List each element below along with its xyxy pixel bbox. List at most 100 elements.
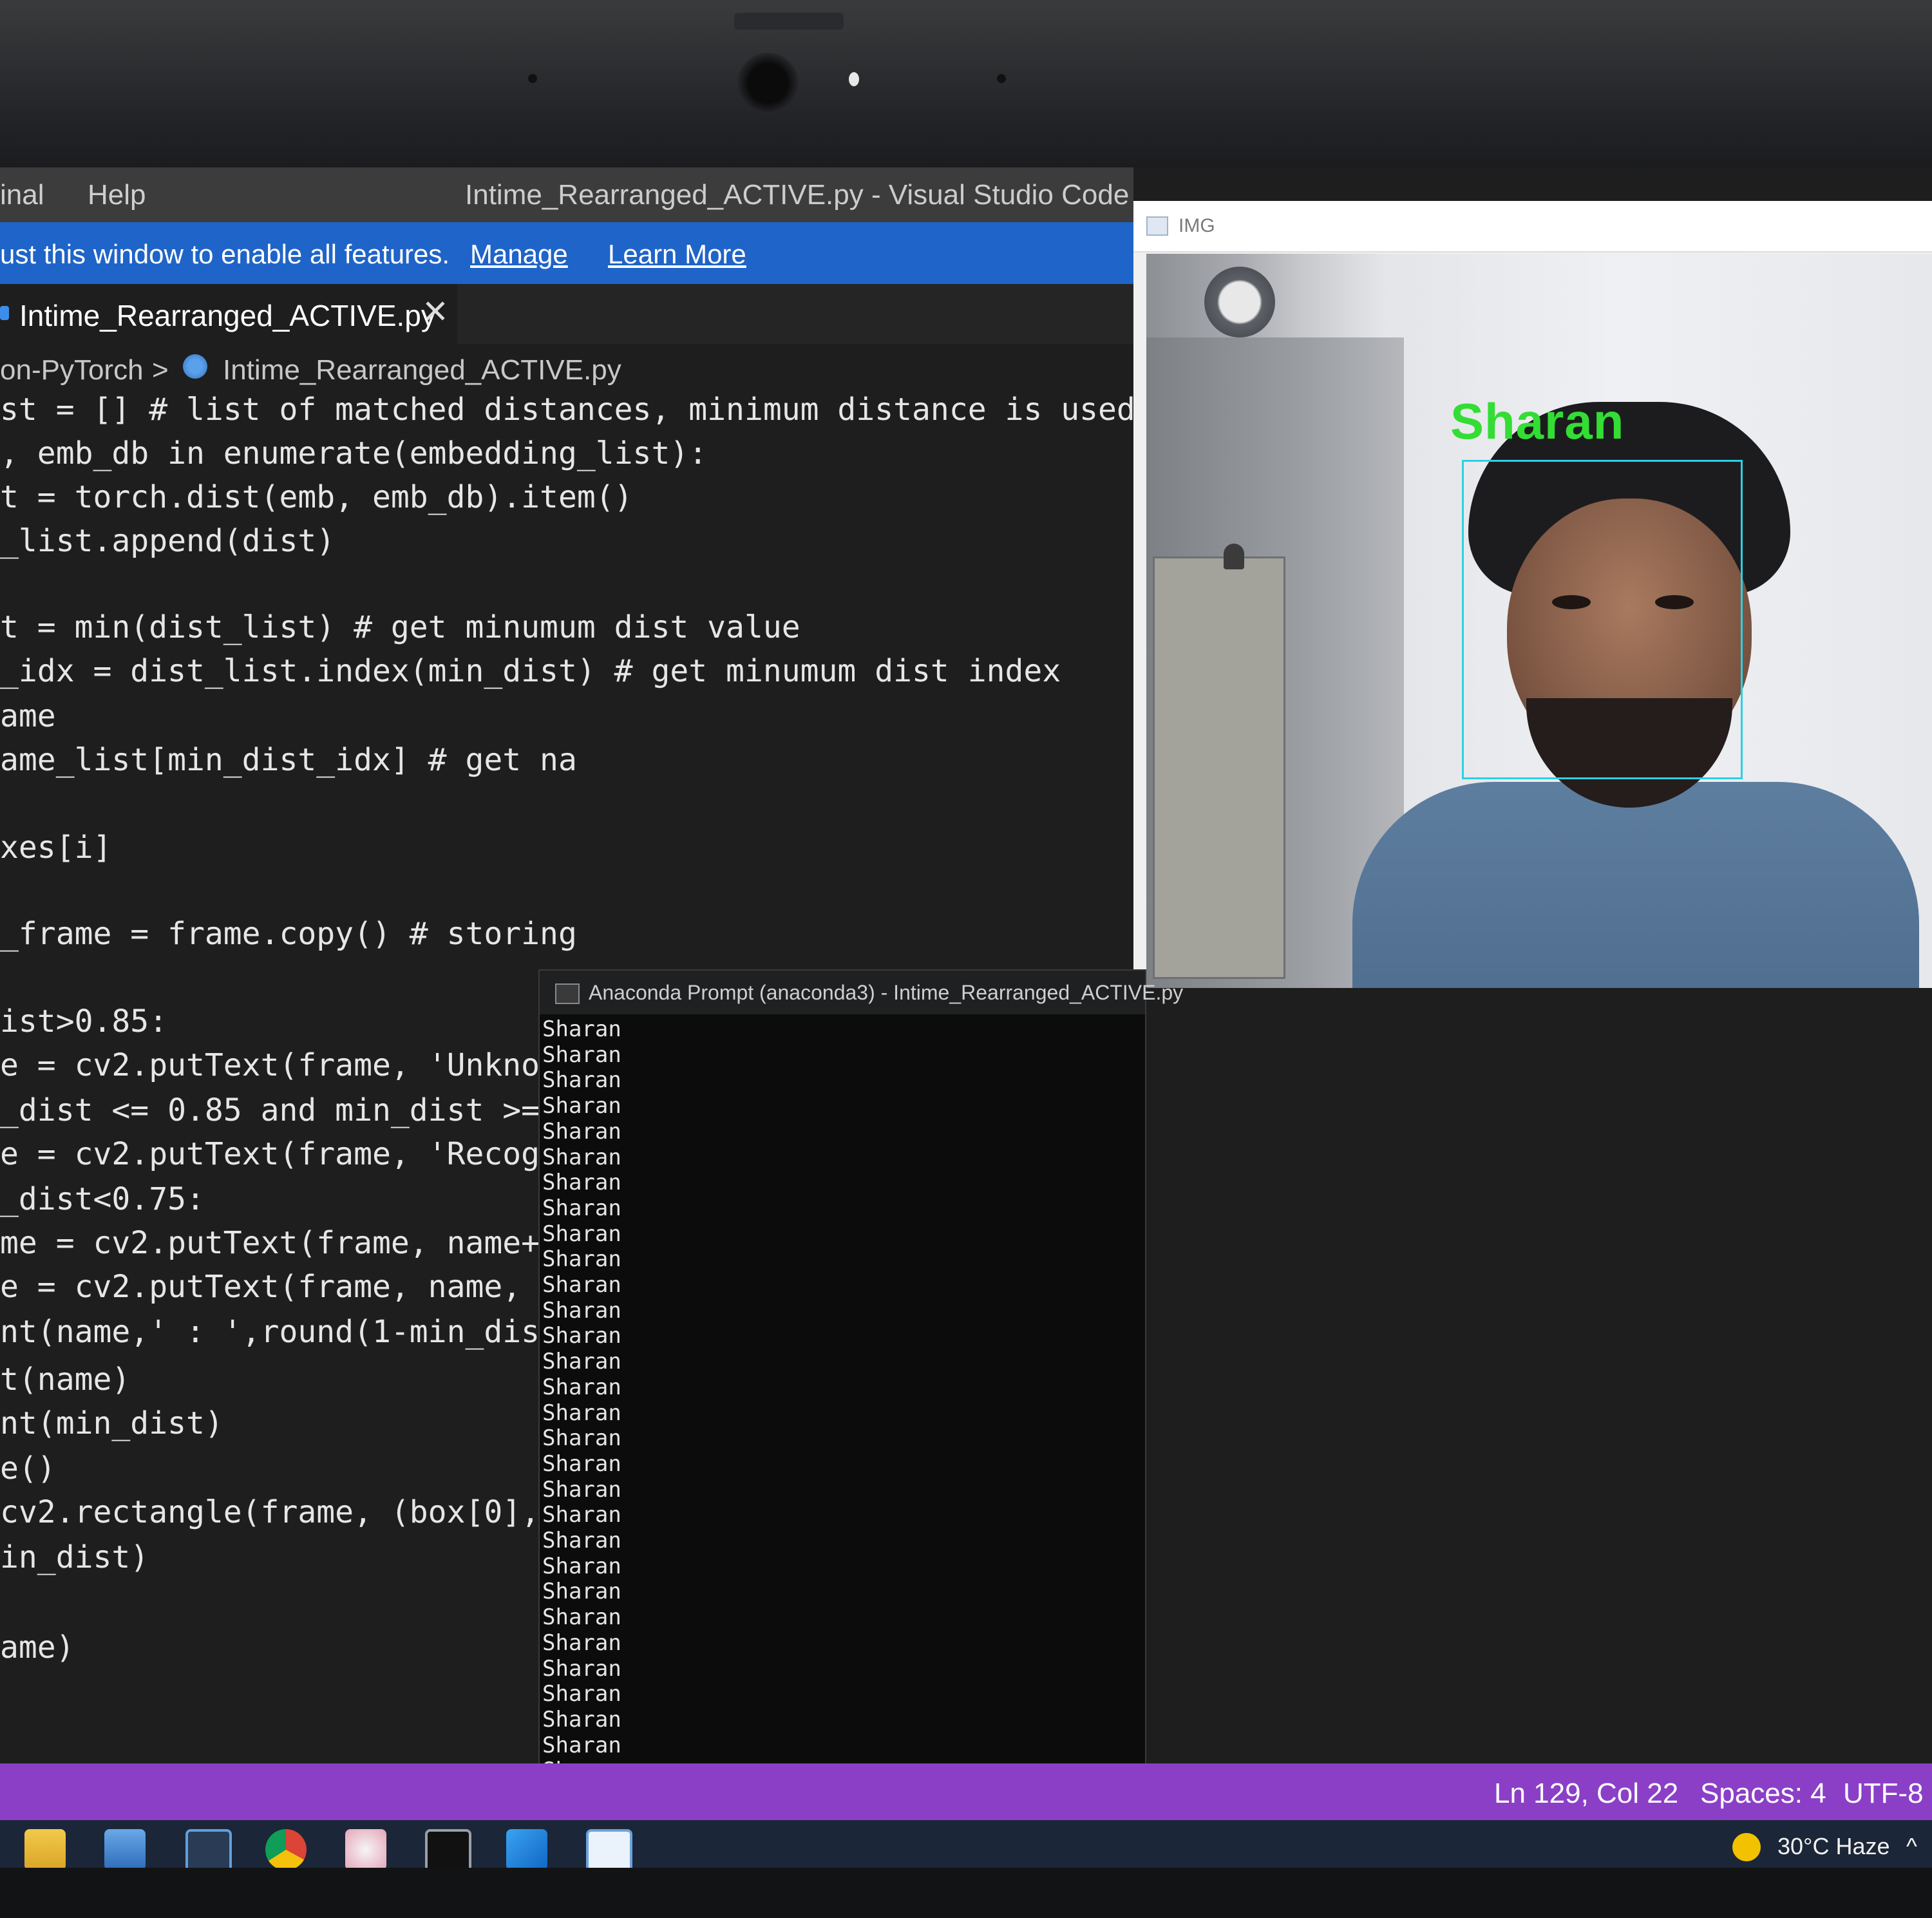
vscode-titlebar: inal Help Intime_Rearranged_ACTIVE.py - … bbox=[0, 167, 1133, 222]
restricted-mode-banner: ust this window to enable all features. … bbox=[0, 222, 1133, 284]
encoding-status[interactable]: UTF-8 bbox=[1843, 1778, 1924, 1810]
code-text: e = cv2.putText(frame, 'Recogn bbox=[0, 1136, 558, 1172]
anaconda-title: Anaconda Prompt (anaconda3) - Intime_Rea… bbox=[589, 981, 1184, 1004]
code-line: t = torch.dist(emb, emb_db).item() bbox=[0, 479, 633, 515]
manage-link[interactable]: Manage bbox=[470, 239, 568, 270]
code-text: , emb_db in enumerate(embedding_list): bbox=[0, 435, 708, 471]
code-line: st = [] # list of matched distances, min… bbox=[0, 392, 1133, 428]
face-bounding-box bbox=[1462, 460, 1743, 779]
output-line: Sharan bbox=[542, 1502, 621, 1528]
output-line: Sharan bbox=[542, 1220, 621, 1247]
cursor-position[interactable]: Ln 129, Col 22 bbox=[1494, 1778, 1678, 1810]
code-text: e() bbox=[0, 1450, 56, 1486]
chevron-up-icon[interactable]: ^ bbox=[1906, 1833, 1917, 1860]
learn-more-link[interactable]: Learn More bbox=[608, 239, 746, 270]
output-line: Sharan bbox=[542, 1579, 621, 1605]
code-text: in_dist) bbox=[0, 1539, 149, 1575]
code-text: xes[i] bbox=[0, 830, 112, 866]
output-line: Sharan bbox=[542, 1118, 621, 1144]
code-line: _list.append(dist) bbox=[0, 523, 335, 559]
breadcrumb-folder[interactable]: on-PyTorch bbox=[0, 354, 144, 386]
code-text: _frame = frame.copy() # storing bbox=[0, 916, 577, 952]
code-line: e = cv2.putText(frame, name, (( bbox=[0, 1269, 577, 1305]
output-line: Sharan bbox=[542, 1732, 621, 1758]
code-text: e = cv2.putText(frame, 'Unknown bbox=[0, 1047, 577, 1083]
paint-icon[interactable] bbox=[345, 1829, 386, 1870]
code-line: _dist <= 0.85 and min_dist >= ( bbox=[0, 1092, 577, 1128]
anaconda-prompt-window[interactable]: Anaconda Prompt (anaconda3) - Intime_Rea… bbox=[538, 969, 1183, 1796]
close-icon[interactable]: ✕ bbox=[422, 293, 449, 330]
detection-label: Sharan bbox=[1450, 393, 1625, 450]
output-line: Sharan bbox=[542, 1323, 621, 1349]
code-text: e = cv2.putText(frame, name, (( bbox=[0, 1269, 577, 1305]
indentation-status[interactable]: Spaces: 4 bbox=[1700, 1778, 1826, 1810]
terminal-output: Sharan Sharan Sharan Sharan Sharan Shara… bbox=[542, 1016, 621, 1784]
chrome-icon[interactable] bbox=[265, 1829, 307, 1870]
anaconda-titlebar[interactable]: Anaconda Prompt (anaconda3) - Intime_Rea… bbox=[540, 971, 1183, 1014]
output-line: Sharan bbox=[542, 1629, 621, 1656]
output-line: Sharan bbox=[542, 1093, 621, 1119]
output-line: Sharan bbox=[542, 1195, 621, 1221]
output-line: Sharan bbox=[542, 1450, 621, 1477]
output-line: Sharan bbox=[542, 1144, 621, 1170]
code-text: t(name) bbox=[0, 1362, 131, 1398]
code-text: cv2.rectangle(frame, (box[0],bo bbox=[0, 1494, 577, 1530]
output-line: Sharan bbox=[542, 1349, 621, 1375]
code-text: _list.append(dist) bbox=[0, 523, 336, 559]
window-icon bbox=[1146, 216, 1168, 236]
code-line: cv2.rectangle(frame, (box[0],bo bbox=[0, 1494, 577, 1530]
code-text: ame bbox=[0, 698, 56, 734]
webcam-frame: Sharan bbox=[1146, 254, 1932, 988]
img-window[interactable]: IMG Sharan bbox=[1133, 201, 1932, 988]
output-line: Sharan bbox=[542, 1374, 621, 1400]
output-line: Sharan bbox=[542, 1400, 621, 1426]
vscode-icon[interactable] bbox=[506, 1829, 547, 1870]
output-line: Sharan bbox=[542, 1272, 621, 1298]
laptop-bottom-bezel bbox=[0, 1868, 1932, 1918]
person-shirt bbox=[1352, 782, 1919, 988]
chevron-right-icon: > bbox=[152, 354, 169, 386]
remote-desktop-icon[interactable] bbox=[104, 1829, 146, 1870]
weather-text[interactable]: 30°C Haze bbox=[1777, 1833, 1889, 1860]
sensor-dot bbox=[997, 74, 1006, 83]
code-line: nt(name,' : ',round(1-min_dist bbox=[0, 1314, 558, 1350]
terminal-icon bbox=[555, 983, 580, 1004]
output-line: Sharan bbox=[542, 1553, 621, 1579]
img-window-titlebar[interactable]: IMG bbox=[1133, 201, 1932, 252]
output-line: Sharan bbox=[542, 1016, 621, 1042]
code-line: in_dist) bbox=[0, 1539, 149, 1575]
code-text: t = min(dist_list) # get minumum dist va… bbox=[0, 609, 800, 645]
cabinet-door bbox=[1153, 556, 1285, 979]
file-explorer-icon[interactable] bbox=[24, 1829, 66, 1870]
python-file-icon bbox=[183, 354, 207, 379]
code-line: e() bbox=[0, 1450, 56, 1486]
bell-figure bbox=[1224, 544, 1244, 569]
code-text: st = [] # list of matched distances, min… bbox=[0, 392, 1133, 428]
code-line: ame) bbox=[0, 1629, 75, 1666]
output-line: Sharan bbox=[542, 1681, 621, 1707]
output-line: Sharan bbox=[542, 1604, 621, 1631]
breadcrumb-file[interactable]: Intime_Rearranged_ACTIVE.py bbox=[223, 354, 621, 386]
img-window-title: IMG bbox=[1179, 215, 1215, 236]
menu-terminal[interactable]: inal bbox=[0, 179, 44, 211]
code-line: e = cv2.putText(frame, 'Unknown bbox=[0, 1047, 577, 1083]
window-title: Intime_Rearranged_ACTIVE.py - Visual Stu… bbox=[465, 179, 1130, 211]
code-text: _dist <= 0.85 and min_dist >= ( bbox=[0, 1092, 577, 1128]
tab-active-file[interactable]: Intime_Rearranged_ACTIVE.py ✕ bbox=[0, 284, 457, 344]
weather-icon bbox=[1732, 1833, 1761, 1861]
output-line: Sharan bbox=[542, 1246, 621, 1273]
output-line: Sharan bbox=[542, 1706, 621, 1733]
webcam-lens bbox=[737, 53, 799, 114]
code-line: ist>0.85: bbox=[0, 1003, 167, 1040]
output-line: Sharan bbox=[542, 1476, 621, 1503]
code-text: t = torch.dist(emb, emb_db).item() bbox=[0, 479, 633, 515]
output-line: Sharan bbox=[542, 1655, 621, 1682]
menu-help[interactable]: Help bbox=[88, 179, 146, 211]
tab-label: Intime_Rearranged_ACTIVE.py bbox=[19, 299, 436, 332]
code-line: me = cv2.putText(frame, name+' bbox=[0, 1225, 558, 1261]
code-line: _dist<0.75: bbox=[0, 1181, 205, 1217]
code-line: t = min(dist_list) # get minumum dist va… bbox=[0, 609, 800, 645]
code-text: me = cv2.putText(frame, name+' bbox=[0, 1225, 558, 1261]
code-text: ame_list[min_dist_idx] # get na bbox=[0, 742, 577, 778]
code-text: _idx = dist_list.index(min_dist) # get m… bbox=[0, 653, 1061, 689]
